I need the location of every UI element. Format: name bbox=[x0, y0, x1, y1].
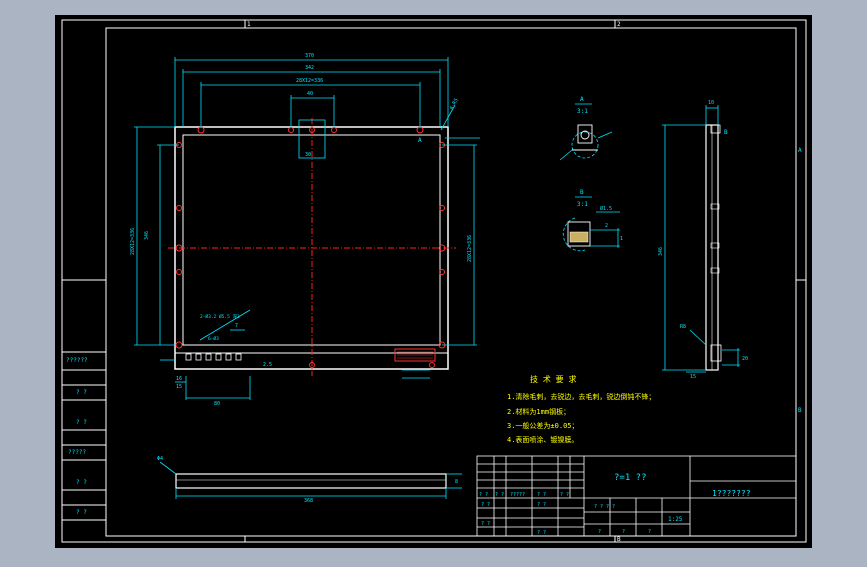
strip-label-3: ? ? bbox=[76, 419, 87, 426]
title-row-b-1: ? ? bbox=[481, 502, 490, 508]
tech-notes-title: 技 术 要 求 bbox=[530, 374, 576, 384]
section-b-letter: B bbox=[580, 189, 584, 196]
zone-label-1: 1 bbox=[247, 21, 251, 28]
dim-right-total: 28X12=336 bbox=[467, 235, 473, 262]
section-b-dim-3: 1 bbox=[620, 236, 623, 242]
dim-left-outer: 346 bbox=[144, 231, 150, 240]
side-dim-r8: R8 bbox=[680, 324, 686, 330]
side-label-b: B bbox=[724, 129, 728, 136]
title-scale-text: ?=1 ?? bbox=[614, 473, 647, 483]
title-row-a-2: ? ? bbox=[495, 492, 504, 498]
tech-note-2: 2.材料为1mm钢板； bbox=[507, 407, 570, 416]
title-row-c-2: ? ? bbox=[537, 530, 546, 536]
side-dim-20: 20 bbox=[742, 356, 748, 362]
dim-bottom-16: 16 bbox=[176, 376, 182, 382]
side-dim-top: 10 bbox=[708, 100, 714, 106]
dim-bottom-2-5: 2.5 bbox=[263, 362, 272, 368]
title-cell-mid: ? ? ? ? bbox=[594, 504, 615, 510]
dim-hole-span: 28X12=336 bbox=[296, 78, 323, 84]
title-row-a-1: ? ? bbox=[479, 492, 488, 498]
strip-label-1: ?????? bbox=[66, 357, 88, 364]
title-cell-qty: 1:25 bbox=[668, 516, 683, 523]
zone-label-b-side: B bbox=[798, 407, 802, 414]
section-label-a: A bbox=[418, 137, 422, 144]
title-row-a-5: ? ? bbox=[560, 492, 569, 498]
dim-left-total: 28X12=336 bbox=[130, 228, 136, 255]
strip-label-6: ? ? bbox=[76, 509, 87, 516]
side-dim-15: 15 bbox=[690, 374, 696, 380]
bottom-dim-left: Φ4 bbox=[157, 456, 163, 462]
dim-outer-width: 370 bbox=[305, 53, 314, 59]
dim-slot: 30 bbox=[305, 152, 311, 158]
title-cell-bottom-3: ? bbox=[648, 529, 651, 535]
cad-viewport[interactable]: 1 2 B A B ?????? ? ? ? ? ????? ? ? ? ? 3… bbox=[0, 0, 867, 562]
dim-bottom-7: 7 bbox=[235, 323, 238, 329]
strip-label-5: ? ? bbox=[76, 479, 87, 486]
section-a-letter: A bbox=[580, 96, 584, 103]
title-row-b-2: ? ? bbox=[537, 502, 546, 508]
title-row-a-4: ? ? bbox=[537, 492, 546, 498]
title-row-c-1: ? ? bbox=[481, 521, 490, 527]
title-cell-bottom-2: ? bbox=[622, 529, 625, 535]
dim-small: 40 bbox=[307, 91, 313, 97]
title-drawing-no: 1??????? bbox=[712, 489, 751, 498]
title-cell-bottom-1: ? bbox=[598, 529, 601, 535]
tech-note-4: 4.表面喷涂、镀镍膜。 bbox=[507, 435, 578, 444]
dim-bottom-80: 80 bbox=[214, 401, 220, 407]
zone-label-b-bottom: B bbox=[617, 536, 621, 543]
side-dim-height: 346 bbox=[658, 247, 664, 256]
dim-bottom-15: 15 bbox=[176, 384, 182, 390]
bottom-dim-right: 8 bbox=[455, 479, 458, 485]
dim-inner-width: 342 bbox=[305, 65, 314, 71]
section-a-scale: 3:1 bbox=[577, 108, 588, 115]
tech-note-3: 3.一般公差为±0.05； bbox=[507, 421, 579, 430]
strip-label-2: ? ? bbox=[76, 389, 87, 396]
leader-note-1: 2-Ø3.2 Ø5.5 深3 bbox=[200, 313, 240, 320]
tech-note-1: 1.清除毛刺，去锐边，去毛刺，锐边倒钝不锋； bbox=[507, 392, 655, 401]
section-b-dim-2: 2 bbox=[605, 223, 608, 229]
zone-label-2: 2 bbox=[617, 21, 621, 28]
zone-label-a-side: A bbox=[798, 147, 802, 154]
section-b-dim-1: Ø1.5 bbox=[600, 205, 612, 212]
leader-note-2: 6-Ø3 bbox=[208, 335, 219, 342]
title-row-a-3: ????? bbox=[510, 492, 525, 498]
section-b-scale: 3:1 bbox=[577, 201, 588, 208]
drawing-canvas: 1 2 B A B ?????? ? ? ? ? ????? ? ? ? ? 3… bbox=[55, 15, 812, 548]
strip-label-4: ????? bbox=[68, 449, 86, 456]
bottom-dim-width: 368 bbox=[304, 498, 313, 504]
